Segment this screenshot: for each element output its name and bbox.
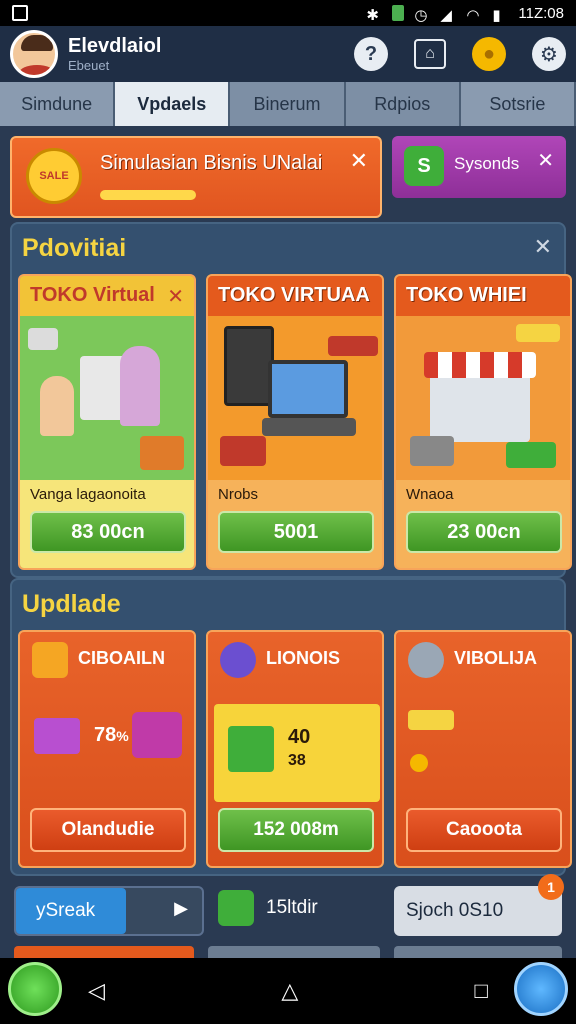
ticket-icon xyxy=(408,710,454,730)
settings-icon[interactable]: ⚙ xyxy=(532,37,566,71)
close-icon[interactable]: ✕ xyxy=(350,148,368,174)
card-title: TOKO Virtual xyxy=(30,284,155,306)
section-title: Pdovitiai xyxy=(22,234,127,262)
upgrade-value-2: 38 xyxy=(288,752,306,769)
close-icon[interactable]: ✕ xyxy=(537,148,554,173)
home-shop-button[interactable] xyxy=(8,962,62,1016)
clock: 11Z:08 xyxy=(518,4,564,22)
upgrade-button[interactable]: Caooota xyxy=(406,808,562,852)
notification-badge: 1 xyxy=(538,874,564,900)
status-bar: ✱ ◷ ◢ ◠ ▮ 11Z:08 xyxy=(0,0,576,26)
bottom-bar: ySreak ▶ 15ltdir Sjoch 0S10 1 xyxy=(10,874,566,940)
section-title: Updlade xyxy=(22,590,121,618)
upgrade-unit: % xyxy=(116,728,129,744)
battery-saver-icon xyxy=(392,5,405,21)
wifi-icon: ◠ xyxy=(466,7,480,24)
card-label: Nrobs xyxy=(218,486,259,503)
tab-rdpios[interactable]: Rdpios xyxy=(345,82,461,126)
inventory-button[interactable] xyxy=(514,962,568,1016)
help-icon[interactable]: ? xyxy=(354,37,388,71)
card-title: TOKO WHIEI xyxy=(396,276,570,316)
speak-label: ySreak xyxy=(16,888,126,934)
shopkeepers-illustration xyxy=(20,316,194,480)
tab-bar: Simdune Vpdaels Binerum Rdpios Sotsrie xyxy=(0,82,576,126)
stock-indicator[interactable]: 15ltdir xyxy=(218,890,318,926)
home-icon[interactable]: △ xyxy=(281,978,298,1004)
card-title: LIONOIS xyxy=(266,648,341,668)
shop-icon[interactable]: ⌂ xyxy=(414,39,446,69)
tab-sotsrie[interactable]: Sotsrie xyxy=(460,82,576,126)
tab-vpdaels[interactable]: Vpdaels xyxy=(115,82,231,126)
search-label: Sjoch 0S10 xyxy=(406,900,504,921)
sale-badge-icon: SALE xyxy=(26,148,82,204)
recents-icon[interactable]: □ xyxy=(475,978,488,1004)
upgrade-card[interactable]: VIBOLIJA Caooota xyxy=(394,630,572,868)
banner-text: Simulasian Bisnis UNalai xyxy=(100,152,323,174)
system-navbar: ◁ △ □ xyxy=(0,958,576,1024)
upgrade-card[interactable]: CIBOAILN 78% Olandudie xyxy=(18,630,196,868)
cash-icon xyxy=(218,890,254,926)
upgrade-value: 78 xyxy=(94,724,117,746)
tab-binerum[interactable]: Binerum xyxy=(230,82,346,126)
card-label: Vanga lagaonoita xyxy=(30,486,146,503)
upgrade-button[interactable]: Olandudie xyxy=(30,808,186,852)
buy-button[interactable]: 5001 xyxy=(218,511,374,553)
cart-icon xyxy=(34,718,80,754)
tab-simdune[interactable]: Simdune xyxy=(0,82,116,126)
close-icon[interactable]: ✕ xyxy=(167,284,184,309)
app-title: Elevdlaiol xyxy=(68,35,162,57)
upgrade-button[interactable]: 152 008m xyxy=(218,808,374,852)
card-label: Wnaoa xyxy=(406,486,454,503)
promo-banner[interactable]: SALE Simulasian Bisnis UNalai ✕ xyxy=(10,136,382,218)
battery-icon: ▮ xyxy=(492,7,501,24)
close-icon[interactable]: ✕ xyxy=(534,234,552,260)
devices-illustration xyxy=(208,316,382,480)
buy-button[interactable]: 23 00cn xyxy=(406,511,562,553)
card-title: VIBOLIJA xyxy=(454,648,538,668)
buy-button[interactable]: 83 00cn xyxy=(30,511,186,553)
stock-label: 15ltdir xyxy=(266,897,318,918)
next-row-peek xyxy=(208,946,380,958)
shield-icon xyxy=(408,642,444,678)
app-header: Elevdlaiol Ebeuet ? ⌂ ● ⚙ xyxy=(0,26,576,82)
signal-icon: ◢ xyxy=(440,7,452,24)
box-icon xyxy=(32,642,68,678)
upgrade-card[interactable]: LIONOIS 40 38 152 008m xyxy=(206,630,384,868)
next-row-peek xyxy=(14,946,194,958)
toko-card[interactable]: TOKO VIRTUAA Nrobs 5001 xyxy=(206,274,384,570)
bag-icon xyxy=(132,712,182,758)
search-field[interactable]: Sjoch 0S10 1 xyxy=(394,874,564,936)
toko-card[interactable]: TOKO Virtual ✕ Vanga lagaonoita 83 00cn xyxy=(18,274,196,570)
avatar[interactable] xyxy=(10,30,58,78)
alarm-icon: ◷ xyxy=(414,7,428,24)
next-row-peek xyxy=(394,946,562,958)
side-banner-text: Sysonds xyxy=(454,154,520,173)
bluetooth-icon: ✱ xyxy=(366,7,379,24)
coins-icon[interactable]: ● xyxy=(472,37,506,71)
gift-icon xyxy=(228,726,274,772)
update-panel: Updlade CIBOAILN 78% Olandudie LIONOIS 4… xyxy=(10,578,572,876)
coin-icon xyxy=(410,754,428,772)
back-icon[interactable]: ◁ xyxy=(88,978,105,1004)
toko-panel: Pdovitiai ✕ TOKO Virtual ✕ Vanga lagaono… xyxy=(10,222,572,578)
banner-row: SALE Simulasian Bisnis UNalai ✕ S Sysond… xyxy=(10,136,566,218)
notification-icon xyxy=(12,5,28,21)
arrow-right-icon: ▶ xyxy=(174,898,188,918)
card-title: CIBOAILN xyxy=(78,648,165,668)
card-title: TOKO VIRTUAA xyxy=(208,276,382,316)
badge-icon xyxy=(220,642,256,678)
banner-progress xyxy=(100,190,196,200)
app-subtitle: Ebeuet xyxy=(68,58,110,73)
dollar-icon: S xyxy=(404,146,444,186)
toko-card[interactable]: TOKO WHIEI Wnaoa 23 00cn xyxy=(394,274,572,570)
side-banner[interactable]: S Sysonds ✕ xyxy=(392,136,566,198)
upgrade-value: 40 xyxy=(288,726,311,748)
storefront-illustration xyxy=(396,316,570,480)
speak-button[interactable]: ySreak ▶ xyxy=(14,886,204,936)
